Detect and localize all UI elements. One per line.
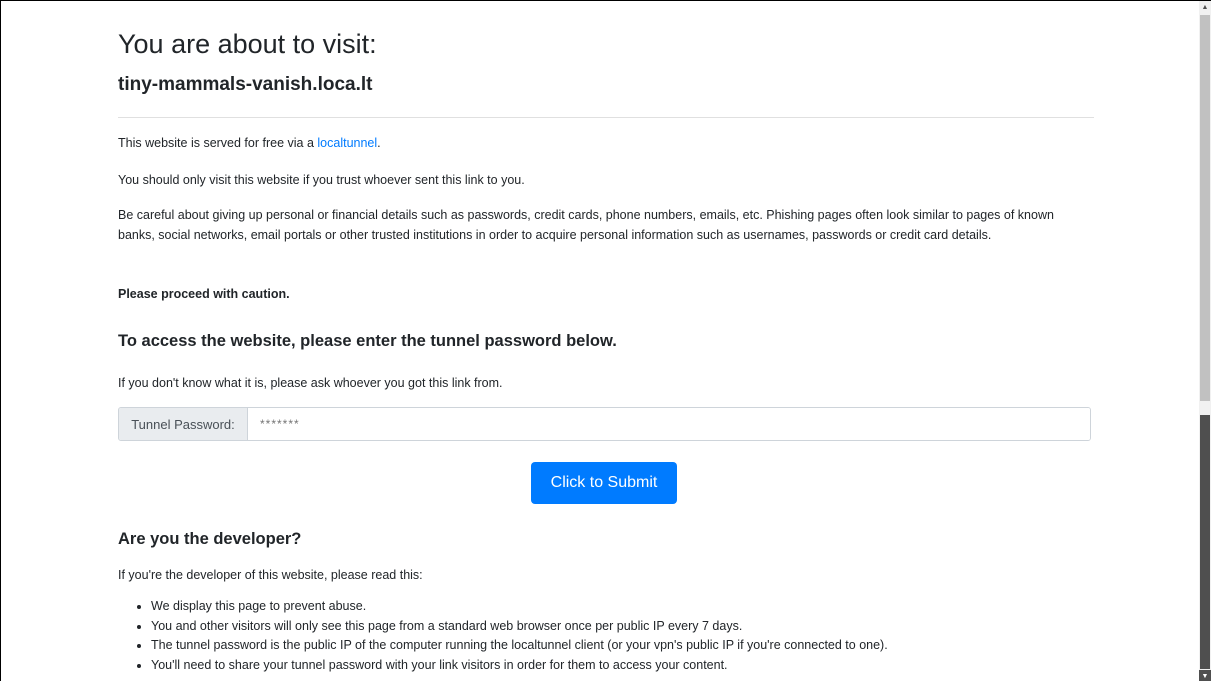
password-input-group: Tunnel Password: xyxy=(118,407,1091,441)
developer-heading: Are you the developer? xyxy=(118,530,302,548)
scroll-thumb[interactable] xyxy=(1200,15,1210,401)
served-via-suffix: . xyxy=(377,136,381,150)
scroll-track[interactable] xyxy=(1200,415,1210,669)
access-heading: To access the website, please enter the … xyxy=(118,332,617,350)
phishing-warning-text: Be careful about giving up personal or f… xyxy=(118,208,1054,242)
developer-info-list: We display this page to prevent abuse. Y… xyxy=(134,597,1094,675)
access-subtext: If you don't know what it is, please ask… xyxy=(118,376,503,390)
page-title: You are about to visit: xyxy=(118,29,377,59)
password-input[interactable] xyxy=(248,408,1090,440)
submit-button[interactable]: Click to Submit xyxy=(531,462,677,504)
list-item: The tunnel password is the public IP of … xyxy=(151,636,1094,656)
password-label: Tunnel Password: xyxy=(119,408,248,440)
vertical-scrollbar[interactable]: ▲ ▼ xyxy=(1199,1,1211,681)
localtunnel-link[interactable]: localtunnel xyxy=(317,136,377,150)
list-item: We display this page to prevent abuse. xyxy=(151,597,1094,617)
developer-subtext: If you're the developer of this website,… xyxy=(118,568,423,582)
caution-text: Please proceed with caution. xyxy=(118,287,290,301)
hostname: tiny-mammals-vanish.loca.lt xyxy=(118,74,373,95)
divider xyxy=(118,117,1094,118)
list-item: You and other visitors will only see thi… xyxy=(151,617,1094,637)
browser-viewport: You are about to visit: tiny-mammals-van… xyxy=(0,0,1211,681)
list-item: You'll need to share your tunnel passwor… xyxy=(151,656,1094,676)
scroll-down-icon[interactable]: ▼ xyxy=(1199,670,1211,681)
scroll-up-icon[interactable]: ▲ xyxy=(1199,1,1211,13)
trust-warning-text: You should only visit this website if yo… xyxy=(118,173,525,187)
served-via-text: This website is served for free via a lo… xyxy=(118,133,1094,153)
served-via-prefix: This website is served for free via a xyxy=(118,136,318,150)
